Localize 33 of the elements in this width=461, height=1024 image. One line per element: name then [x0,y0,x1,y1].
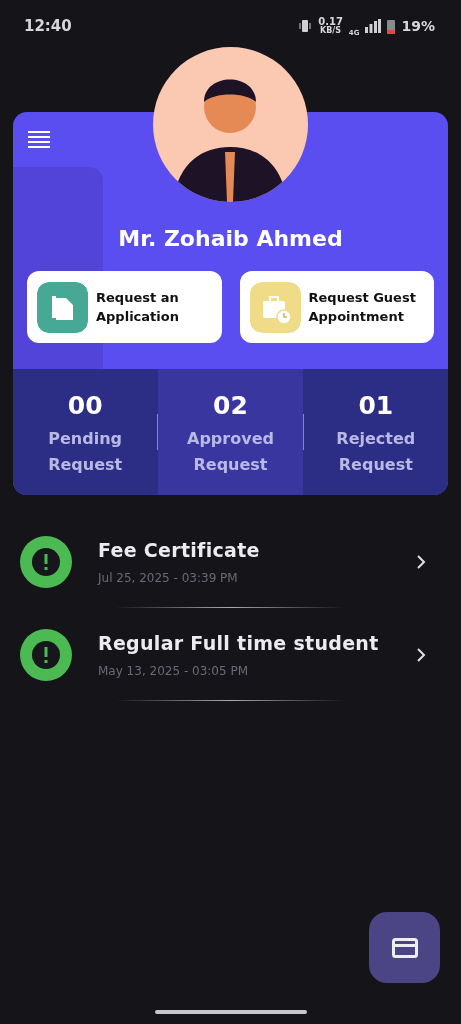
request-item[interactable]: Fee Certificate Jul 25, 2025 - 03:39 PM [20,515,461,609]
battery-icon [387,18,396,34]
chevron-right-icon [415,646,427,663]
request-button[interactable]: Request Guest Appointment [239,271,434,343]
stat-label: Approved Request [186,428,275,476]
battery-level: 19% [401,18,435,34]
card-icon [391,937,418,958]
stat-count: 00 [67,391,103,420]
chevron-right-icon [415,553,427,570]
stat-tile[interactable]: 02 Approved Request [158,369,303,496]
alert-icon [20,535,72,588]
request-date: Jul 25, 2025 - 03:39 PM [98,570,239,585]
card-fab-button[interactable] [369,912,440,983]
stat-count: 02 [213,391,248,420]
status-time: 12:40 [24,17,73,35]
stat-label: Rejected Request [335,428,417,476]
menu-icon[interactable] [27,130,51,150]
request-item[interactable]: Regular Full time student May 13, 2025 - 03:05 PM [20,608,461,702]
request-button[interactable]: Request an Application [27,271,222,343]
stat-tile[interactable]: 00 Pending Request [13,369,158,496]
vibrate-icon [298,19,313,33]
signal-icon [365,19,382,33]
stat-label: Pending Request [47,428,124,476]
stat-tile[interactable]: 01 Rejected Request [303,369,448,496]
document-icon [37,281,88,333]
request-title: Fee Certificate [98,538,261,561]
briefcase-clock-icon [249,281,301,333]
network-speed: 0.17 KB/S [318,17,343,35]
request-title: Regular Full time student [98,631,380,654]
stat-count: 01 [358,391,394,420]
request-date: May 13, 2025 - 03:05 PM [98,663,249,678]
user-name: Mr. Zohaib Ahmed [117,226,344,251]
alert-icon [20,628,72,681]
